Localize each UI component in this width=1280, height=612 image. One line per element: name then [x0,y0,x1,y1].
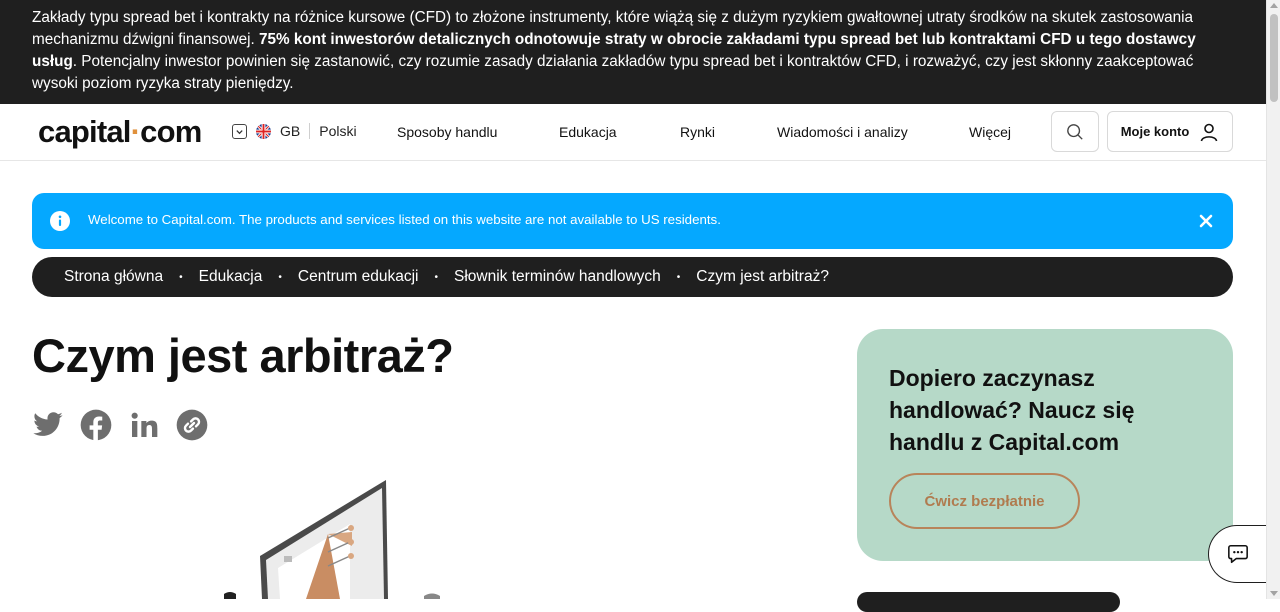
learn-trading-promo-card: Dopiero zaczynasz handlować? Naucz się h… [857,329,1233,561]
info-icon [50,211,70,231]
chevron-down-icon [232,123,247,139]
user-icon [1201,123,1218,141]
uk-flag-icon [256,123,271,139]
promo-heading: Dopiero zaczynasz handlować? Naucz się h… [889,365,1135,455]
chat-button[interactable] [1208,525,1266,583]
page-title: Czym jest arbitraż? [32,329,454,382]
breadcrumb-item-current: Czym jest arbitraż? [696,268,829,285]
breadcrumb-item-edukacja[interactable]: Edukacja [199,268,263,286]
breadcrumb-separator: • [179,271,183,283]
nav-item-edukacja[interactable]: Edukacja [559,124,617,140]
arbitrage-illustration [224,480,440,599]
copy-link-icon[interactable] [176,409,208,441]
chat-icon [1227,544,1248,564]
notice-text: Welcome to Capital.com. The products and… [88,212,721,227]
breadcrumb-item-centrum-edukacji[interactable]: Centrum edukacji [298,268,419,286]
scroll-down-arrow-icon[interactable] [1270,591,1278,596]
language-label: Polski [319,123,357,139]
nav-item-rynki[interactable]: Rynki [680,124,715,140]
language-selector[interactable]: GB Polski [232,123,357,139]
breadcrumb-separator: • [434,271,439,283]
page-scrollbar[interactable] [1266,0,1280,599]
scroll-up-arrow-icon[interactable] [1270,3,1278,8]
search-button[interactable] [1051,111,1099,152]
facebook-icon[interactable] [80,409,112,441]
capital-com-logo[interactable]: capital·com [38,114,202,150]
linkedin-icon[interactable] [128,409,160,441]
us-residents-notice: Welcome to Capital.com. The products and… [32,193,1233,249]
secondary-promo-card [857,592,1120,612]
scrollbar-thumb[interactable] [1270,14,1278,102]
breadcrumb: Strona główna • Edukacja • Centrum eduka… [32,257,1233,297]
my-account-label: Moje konto [1120,124,1190,139]
site-header: capital·com GB Polski Sposoby handlu Edu… [0,104,1266,161]
nav-item-sposoby-handlu[interactable]: Sposoby handlu [397,124,497,140]
risk-warning-text-end: . Potencjalny inwestor powinien się zast… [32,53,1194,92]
twitter-icon[interactable] [32,409,64,441]
risk-warning-banner: Zakłady typu spread bet i kontrakty na r… [0,0,1266,104]
breadcrumb-separator: • [676,271,681,283]
practice-free-button[interactable]: Ćwicz bezpłatnie [889,473,1080,529]
search-icon [1067,123,1083,140]
breadcrumb-separator: • [278,271,282,283]
nav-item-wiadomosci[interactable]: Wiadomości i analizy [777,124,908,140]
country-code: GB [280,123,301,139]
language-separator [309,123,311,139]
breadcrumb-item-slownik[interactable]: Słownik terminów handlowych [454,268,661,286]
breadcrumb-item-home[interactable]: Strona główna [64,268,163,286]
close-icon[interactable] [1197,212,1215,230]
nav-item-wiecej[interactable]: Więcej [969,124,1011,140]
my-account-button[interactable]: Moje konto [1107,111,1233,152]
